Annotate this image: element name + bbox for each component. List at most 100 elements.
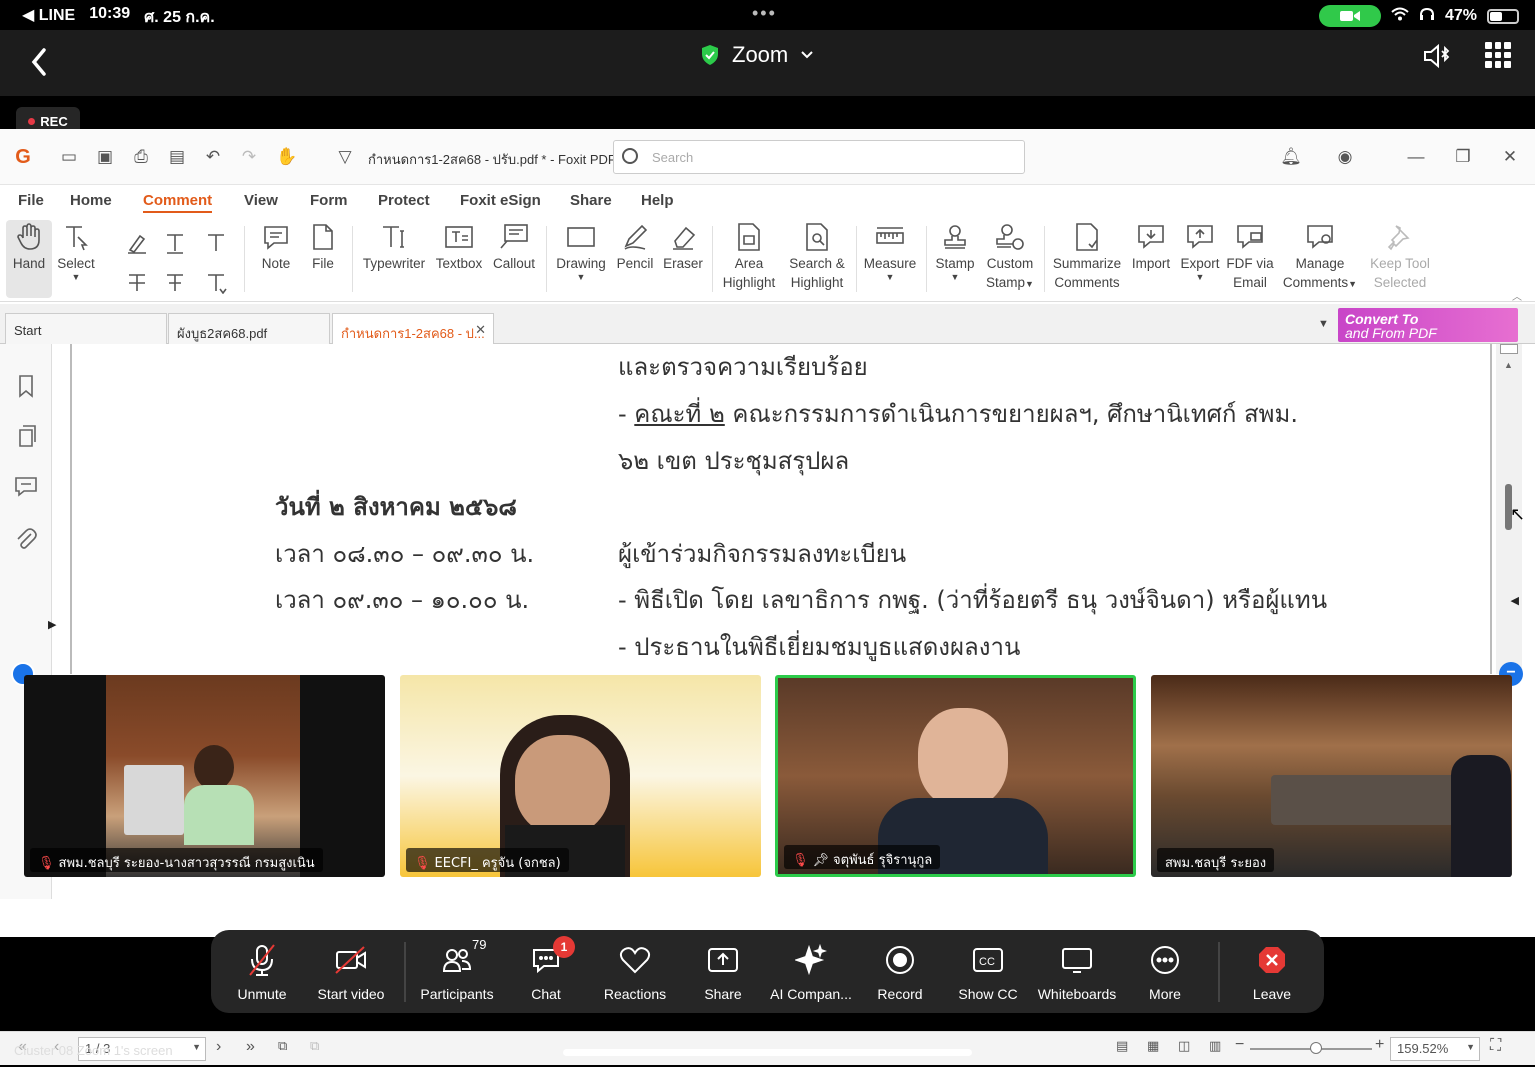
multitask-dots-icon[interactable]: ••• [752, 3, 777, 24]
zoom-in-icon[interactable]: + [1375, 1036, 1384, 1054]
bell-icon[interactable]: 🔔︎ [1280, 147, 1302, 167]
back-to-app[interactable]: ◀ LINE [22, 5, 75, 30]
select-tool[interactable]: Select ▼ [56, 220, 96, 282]
attachment-icon[interactable] [14, 527, 38, 551]
save-icon[interactable]: ▣ [94, 147, 116, 167]
replace-text-tool[interactable] [162, 266, 188, 300]
underline-text-tool[interactable] [162, 226, 188, 260]
leave-button[interactable]: Leave [1227, 942, 1317, 1002]
typewriter-tool[interactable]: Typewriter [360, 220, 428, 273]
print-icon[interactable]: ⎙ [130, 147, 152, 167]
close-tab-icon[interactable]: ✕ [475, 322, 486, 338]
hand-dropdown-icon[interactable]: ✋ [276, 147, 298, 167]
vertical-scrollbar[interactable]: ▲ ↖ ◀ [1496, 344, 1525, 674]
create-icon[interactable]: ▤ [166, 147, 188, 167]
show-cc-button[interactable]: CC Show CC [943, 942, 1033, 1002]
zoom-percentage-field[interactable]: 159.52% ▼ [1390, 1037, 1480, 1061]
reactions-button[interactable]: Reactions [590, 942, 680, 1002]
home-indicator[interactable] [563, 1049, 972, 1056]
unmute-button[interactable]: Unmute [217, 942, 307, 1002]
stamp-tool[interactable]: Stamp ▼ [932, 220, 978, 282]
redo-icon[interactable]: ↷ [238, 147, 260, 167]
undo-icon[interactable]: ↶ [202, 147, 224, 167]
last-page-icon[interactable]: » [246, 1038, 255, 1056]
keep-tool-selected[interactable]: Keep Tool Selected [1366, 220, 1434, 292]
collapse-ribbon-icon[interactable]: ︿ [1512, 288, 1522, 303]
file-tool[interactable]: File [305, 220, 341, 273]
video-tile[interactable]: 🎙︎ EECFI_ ครูจัน (จกชล) [400, 675, 761, 877]
video-tile-active-speaker[interactable]: 🎙︎ 📌︎ จตุพันธ์ รุจิรานุกูล [775, 675, 1136, 877]
next-page-icon[interactable]: › [216, 1038, 221, 1056]
menu-file[interactable]: File [18, 192, 44, 209]
minimize-icon[interactable]: — [1405, 147, 1427, 167]
tabs-dropdown-icon[interactable]: ▼ [1318, 318, 1329, 330]
open-folder-icon[interactable]: ▭ [58, 147, 80, 167]
strikeout-text-tool[interactable] [124, 266, 150, 300]
facing-page-icon[interactable]: ◫ [1178, 1038, 1190, 1054]
zoom-slider-thumb[interactable] [1310, 1042, 1322, 1054]
ai-companion-button[interactable]: AI Compan... [766, 942, 856, 1002]
next-view-icon[interactable]: ⧉ [310, 1038, 319, 1054]
zoom-out-icon[interactable]: − [1235, 1036, 1244, 1054]
previous-view-icon[interactable]: ⧉ [278, 1038, 287, 1054]
share-button[interactable]: Share [678, 942, 768, 1002]
menu-foxit-esign[interactable]: Foxit eSign [460, 192, 541, 209]
meeting-title[interactable]: Zoom [700, 42, 814, 68]
video-tile[interactable]: 🎙︎ สพม.ชลบุรี ระยอง-นางสาวสุวรรณี กรมสูงเ… [24, 675, 385, 877]
textbox-tool[interactable]: Textbox [434, 220, 484, 273]
zoom-slider[interactable] [1250, 1042, 1372, 1054]
menu-home[interactable]: Home [70, 192, 112, 209]
export-tool[interactable]: Export ▼ [1178, 220, 1222, 282]
whiteboards-button[interactable]: Whiteboards [1032, 942, 1122, 1002]
import-tool[interactable]: Import [1128, 220, 1174, 273]
back-chevron-icon[interactable] [20, 38, 60, 78]
menu-protect[interactable]: Protect [378, 192, 430, 209]
squiggly-text-tool[interactable] [203, 226, 229, 260]
continuous-page-icon[interactable]: ▦ [1147, 1038, 1159, 1054]
fdf-via-email-tool[interactable]: FDF via Email [1226, 220, 1274, 292]
callout-tool[interactable]: Callout [490, 220, 538, 273]
highlight-text-tool[interactable] [124, 226, 150, 260]
drawing-tool[interactable]: Drawing ▼ [554, 220, 608, 282]
chat-button[interactable]: 1 Chat [501, 936, 591, 1002]
participants-button[interactable]: 79 Participants [412, 937, 502, 1002]
hand-tool[interactable]: Hand [6, 220, 52, 298]
split-handle[interactable] [1500, 344, 1518, 354]
menu-share[interactable]: Share [570, 192, 612, 209]
continuous-facing-icon[interactable]: ▥ [1209, 1038, 1221, 1054]
pencil-tool[interactable]: Pencil [614, 220, 656, 273]
comments-panel-icon[interactable] [14, 474, 38, 498]
eraser-tool[interactable]: Eraser [662, 220, 704, 273]
convert-pdf-banner[interactable]: Convert To and From PDF [1338, 308, 1518, 342]
tab-booth-pdf[interactable]: ผังบูธ2สค68.pdf [168, 313, 330, 344]
menu-view[interactable]: View [244, 192, 278, 209]
apps-grid-icon[interactable] [1485, 42, 1511, 68]
video-tile[interactable]: สพม.ชลบุรี ระยอง [1151, 675, 1512, 877]
fullscreen-icon[interactable]: ⛶ [1490, 1037, 1501, 1055]
more-button[interactable]: More [1120, 942, 1210, 1002]
search-input[interactable]: Search [613, 140, 1025, 174]
expand-sidebar-icon[interactable]: ▶ [48, 618, 56, 631]
menu-comment[interactable]: Comment [143, 192, 213, 213]
custom-stamp-tool[interactable]: Custom Stamp▼ [983, 220, 1037, 294]
summarize-comments-tool[interactable]: Summarize Comments [1050, 220, 1124, 292]
speaker-bluetooth-icon[interactable] [1421, 40, 1453, 77]
expand-right-panel-icon[interactable]: ◀ [1497, 594, 1519, 607]
insert-text-tool[interactable] [203, 266, 229, 300]
menu-help[interactable]: Help [641, 192, 674, 209]
record-button[interactable]: Record [855, 942, 945, 1002]
start-video-button[interactable]: Start video [306, 942, 396, 1002]
restore-icon[interactable]: ❐ [1452, 147, 1474, 167]
bookmark-icon[interactable] [14, 374, 38, 398]
customize-dropdown-icon[interactable]: ▽ [334, 147, 356, 167]
note-tool[interactable]: Note [256, 220, 296, 273]
menu-form[interactable]: Form [310, 192, 348, 209]
tab-schedule-pdf[interactable]: กำหนดการ1-2สค68 - ป... ✕ [332, 313, 494, 344]
single-page-icon[interactable]: ▤ [1116, 1038, 1128, 1054]
manage-comments-tool[interactable]: Manage Comments▼ [1280, 220, 1360, 294]
close-icon[interactable]: ✕ [1499, 147, 1521, 167]
tab-start[interactable]: Start [5, 313, 167, 344]
area-highlight-tool[interactable]: Area Highlight [720, 220, 778, 292]
measure-tool[interactable]: Measure ▼ [862, 220, 918, 282]
account-icon[interactable]: ◉ [1334, 147, 1356, 167]
